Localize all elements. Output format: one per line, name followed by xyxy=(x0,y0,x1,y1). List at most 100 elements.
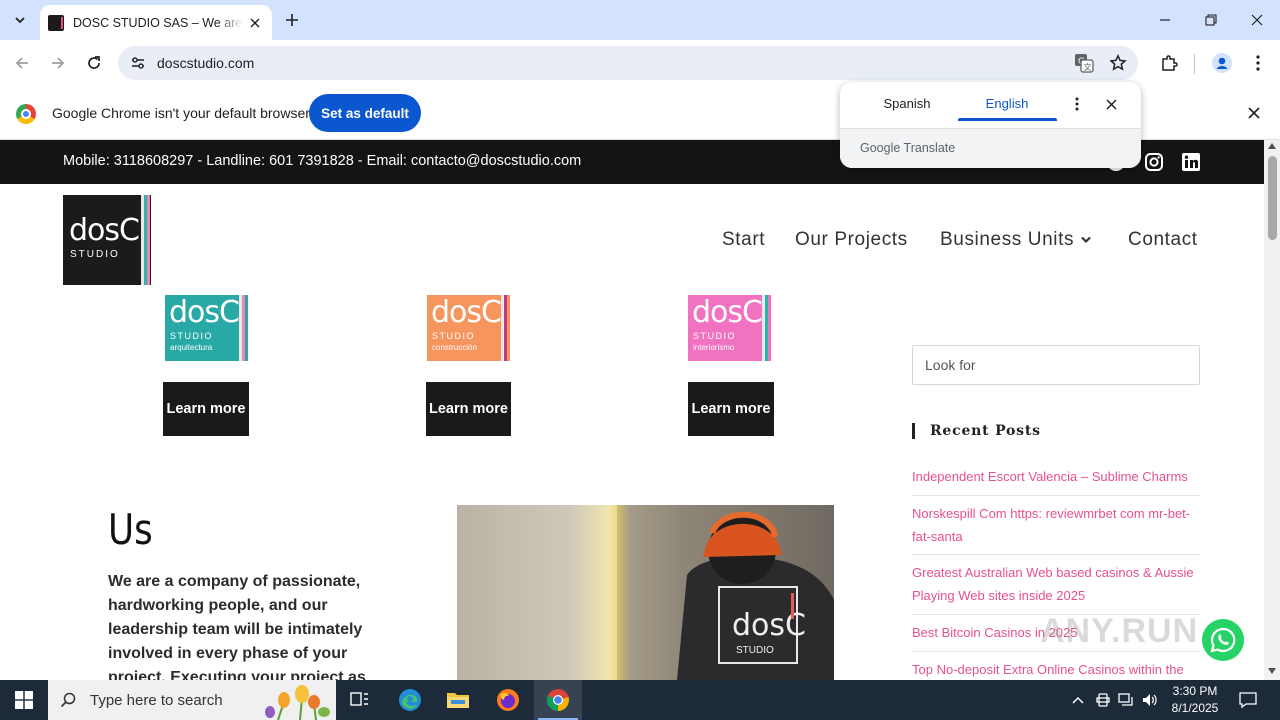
translate-target-lang-tab[interactable]: English xyxy=(957,96,1057,111)
network-icon xyxy=(1118,693,1133,706)
unit-logo-subtext: construcción xyxy=(432,343,477,352)
recent-post-link[interactable]: Top No-deposit Extra Online Casinos with… xyxy=(912,658,1200,681)
infobar-close-button[interactable] xyxy=(1243,102,1265,124)
bookmark-button[interactable] xyxy=(1106,51,1130,75)
translate-source-lang-tab[interactable]: Spanish xyxy=(857,96,957,111)
taskbar-firefox[interactable] xyxy=(484,680,532,720)
logo-stripe xyxy=(765,295,768,361)
arrow-left-icon xyxy=(15,57,28,69)
site-logo[interactable]: dosC STUDIO xyxy=(63,195,151,285)
shirt-logo-text: dosC xyxy=(732,608,806,643)
set-as-default-button[interactable]: Set as default xyxy=(309,94,421,132)
logo-stripe xyxy=(242,295,245,361)
svg-text:文: 文 xyxy=(1084,62,1092,72)
star-icon xyxy=(1109,54,1127,71)
divider xyxy=(912,495,1200,496)
profile-button[interactable] xyxy=(1207,48,1237,78)
unit-logo-studio: STUDIO xyxy=(170,331,214,341)
restore-button[interactable] xyxy=(1188,0,1234,40)
shirt-logo-subtext: STUDIO xyxy=(736,645,774,656)
recent-post-link[interactable]: Norskespill Com https: reviewmrbet com m… xyxy=(912,502,1200,548)
tray-app-icon[interactable] xyxy=(1093,680,1113,720)
clock-date: 8/1/2025 xyxy=(1171,701,1219,715)
learn-more-button[interactable]: Learn more xyxy=(426,382,511,436)
address-bar[interactable]: doscstudio.com G文 xyxy=(118,46,1138,80)
close-window-button[interactable] xyxy=(1234,0,1280,40)
translate-options-button[interactable] xyxy=(1067,94,1087,114)
chrome-menu-button[interactable] xyxy=(1243,48,1273,78)
scroll-up-arrow-icon[interactable] xyxy=(1268,143,1276,149)
whatsapp-icon xyxy=(1210,627,1236,653)
unit-logo-subtext: arquitectura xyxy=(170,343,213,352)
divider xyxy=(912,651,1200,652)
tray-volume[interactable] xyxy=(1140,680,1160,720)
learn-more-button[interactable]: Learn more xyxy=(688,382,774,436)
chrome-logo-icon xyxy=(16,104,36,124)
device-icon xyxy=(1096,693,1110,707)
page-scrollbar[interactable] xyxy=(1264,140,1280,680)
unit-logo-interior[interactable]: dosC STUDIO interiorismo xyxy=(688,295,771,361)
tab-search-button[interactable] xyxy=(6,7,34,33)
logo-stripe xyxy=(504,295,507,361)
taskbar-file-explorer[interactable] xyxy=(434,680,482,720)
site-favicon-icon xyxy=(48,14,64,31)
taskbar-clock[interactable]: 3:30 PM 8/1/2025 xyxy=(1160,683,1230,717)
sidebar-search-input[interactable] xyxy=(912,345,1200,385)
windows-taskbar: Type here to search 3:30 PM 8/1/2025 xyxy=(0,680,1280,720)
scroll-down-arrow-icon[interactable] xyxy=(1268,668,1276,674)
chevron-down-icon xyxy=(1081,236,1091,244)
unit-logo-construction[interactable]: dosC STUDIO construcción xyxy=(427,295,510,361)
browser-tab[interactable]: DOSC STUDIO SAS – We are de xyxy=(40,5,272,40)
back-button[interactable] xyxy=(7,48,37,78)
unit-logo-architecture[interactable]: dosC STUDIO arquitectura xyxy=(165,295,248,361)
notification-center-button[interactable] xyxy=(1234,680,1262,720)
edge-icon xyxy=(399,689,421,711)
plus-icon xyxy=(286,14,298,26)
taskbar-edge[interactable] xyxy=(386,680,434,720)
whatsapp-button[interactable] xyxy=(1202,619,1244,661)
nav-our-projects[interactable]: Our Projects xyxy=(795,229,908,251)
chrome-icon xyxy=(546,689,569,712)
task-view-button[interactable] xyxy=(336,680,384,720)
forward-button[interactable] xyxy=(43,48,73,78)
search-icon xyxy=(60,692,76,708)
clock-time: 3:30 PM xyxy=(1172,684,1218,698)
translate-button[interactable]: G文 xyxy=(1072,51,1096,75)
recent-post-link[interactable]: Greatest Australian Web based casinos & … xyxy=(912,561,1200,607)
social-link-instagram[interactable] xyxy=(1143,151,1165,173)
chevron-down-icon xyxy=(15,17,25,24)
scrollbar-thumb[interactable] xyxy=(1268,156,1277,240)
tray-overflow-button[interactable] xyxy=(1068,680,1088,720)
start-button[interactable] xyxy=(0,680,48,720)
social-link-linkedin[interactable] xyxy=(1180,151,1202,173)
close-icon xyxy=(250,18,260,27)
translate-popup: Spanish English Google Translate xyxy=(840,82,1141,168)
extensions-button[interactable] xyxy=(1154,48,1184,78)
unit-logo-text: dosC xyxy=(431,295,502,330)
learn-more-button[interactable]: Learn more xyxy=(163,382,249,436)
translate-footer: Google Translate xyxy=(840,128,1141,168)
main-nav: Business Units xyxy=(940,229,1092,251)
tray-network[interactable] xyxy=(1116,680,1136,720)
tab-strip: DOSC STUDIO SAS – We are de xyxy=(0,0,1280,40)
reload-button[interactable] xyxy=(79,48,109,78)
new-tab-button[interactable] xyxy=(280,8,304,32)
nav-start[interactable]: Start xyxy=(722,229,765,251)
contact-line: Mobile: 3118608297 - Landline: 601 73918… xyxy=(63,153,582,169)
taskbar-search-box[interactable]: Type here to search xyxy=(48,680,336,720)
folder-icon xyxy=(447,693,469,708)
recent-post-link[interactable]: Independent Escort Valencia – Sublime Ch… xyxy=(912,465,1200,488)
taskbar-search-placeholder: Type here to search xyxy=(90,691,223,709)
unit-logo-studio: STUDIO xyxy=(432,331,476,341)
tab-close-button[interactable] xyxy=(246,14,264,32)
translate-close-button[interactable] xyxy=(1101,94,1121,114)
nav-business-units[interactable]: Business Units xyxy=(940,229,1074,251)
unit-logo-subtext: interiorismo xyxy=(693,343,735,352)
translate-icon: G文 xyxy=(1075,54,1094,73)
site-info-button[interactable] xyxy=(126,51,150,75)
close-icon xyxy=(1248,107,1260,119)
watermark-text: ANY.RUN xyxy=(1040,612,1199,650)
nav-contact[interactable]: Contact xyxy=(1128,229,1198,251)
minimize-button[interactable] xyxy=(1142,0,1188,40)
taskbar-chrome[interactable] xyxy=(534,680,582,720)
